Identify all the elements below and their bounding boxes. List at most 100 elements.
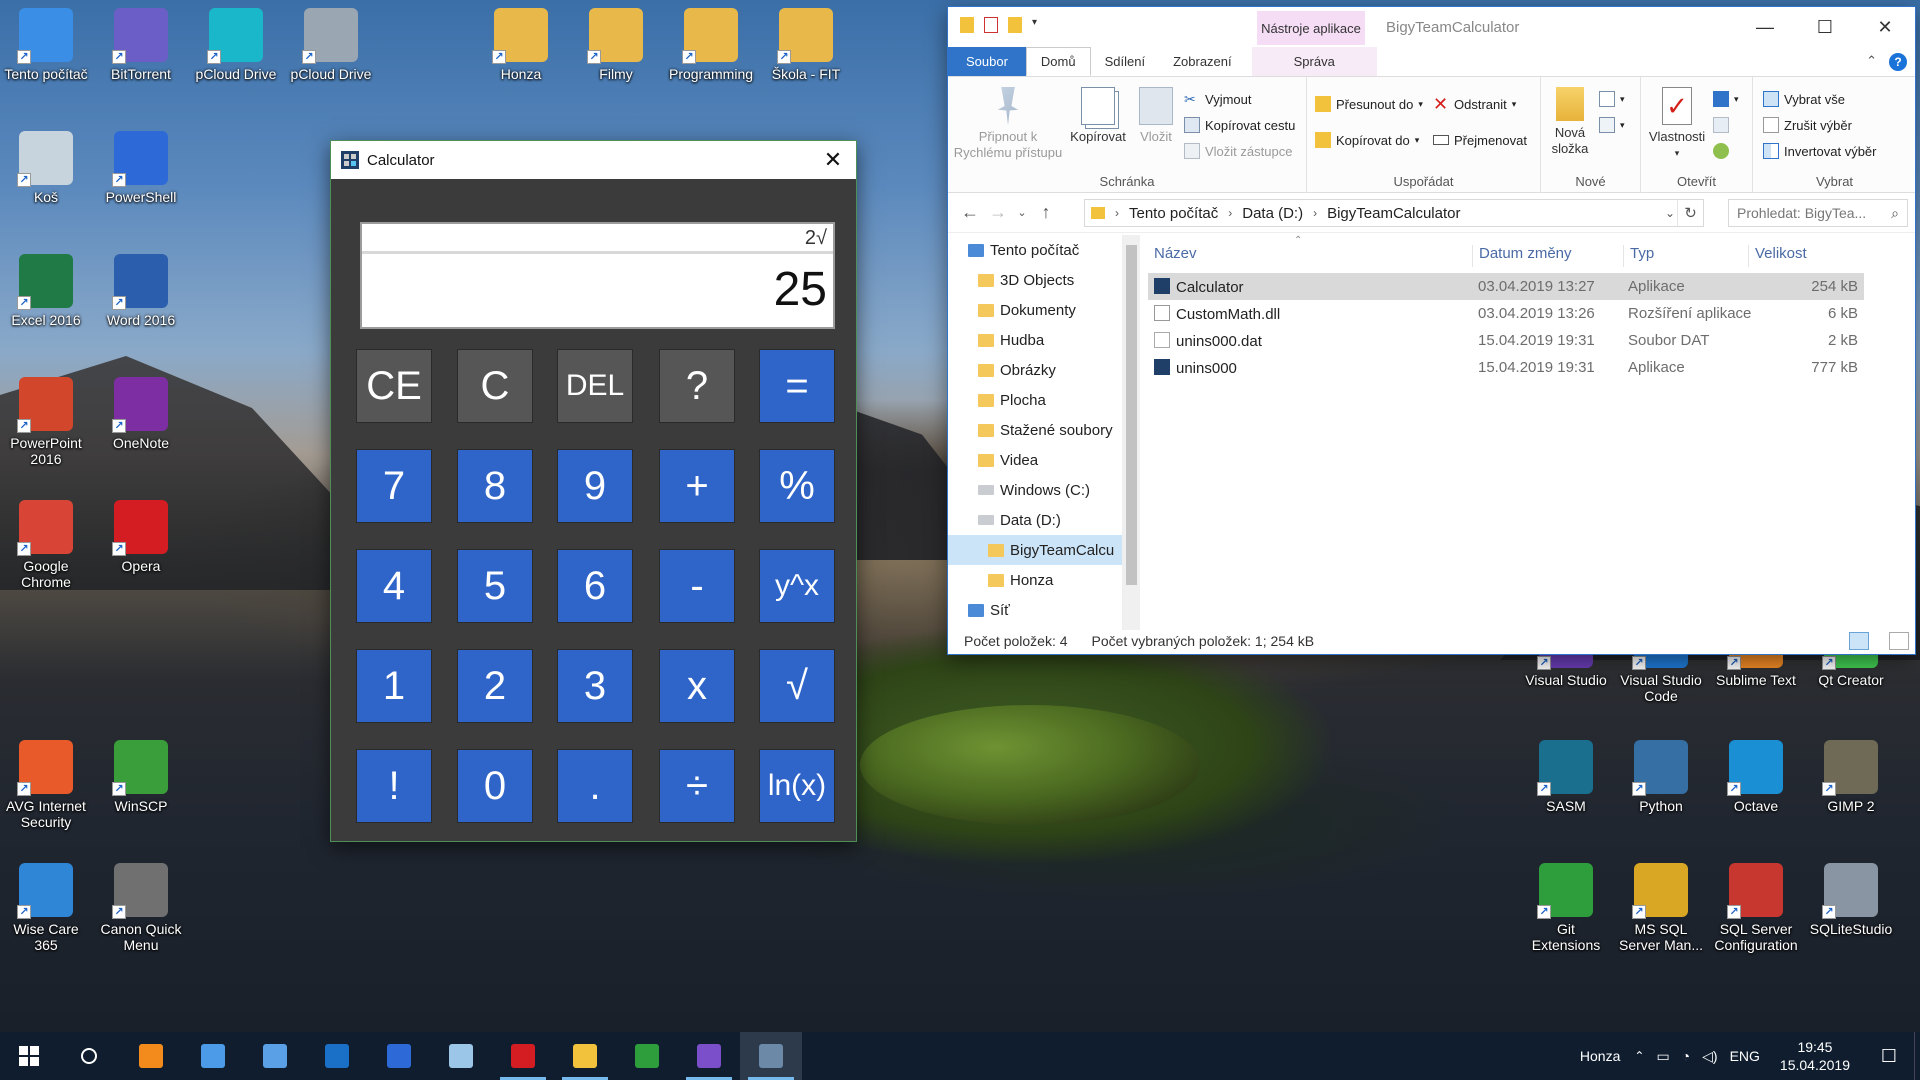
copy-path-button[interactable]: Kopírovat cestu [1184,117,1295,133]
taskbar-item[interactable] [554,1032,616,1080]
properties-icon[interactable] [984,17,998,33]
desktop-icon[interactable]: ↗ Excel 2016 [1,254,91,328]
column-size[interactable]: Velikost [1748,245,1807,267]
calc-key[interactable]: 3 [557,649,633,723]
desktop-icon[interactable]: ↗ Word 2016 [96,254,186,328]
calc-key[interactable]: DEL [557,349,633,423]
calc-key[interactable]: ln(x) [759,749,835,823]
desktop-icon[interactable]: ↗ SQLiteStudio [1806,863,1896,937]
maximize-icon[interactable]: ☐ [1795,7,1855,47]
navigation-scrollbar[interactable] [1123,235,1140,630]
taskbar-item[interactable] [368,1032,430,1080]
pin-quick-access-button[interactable]: Připnout k Rychlému přístupu [952,87,1064,161]
nav-item[interactable]: Honza [948,565,1122,595]
start-button[interactable] [0,1032,58,1080]
desktop-icon[interactable]: ↗ BitTorrent [96,8,186,82]
calc-key[interactable]: x [659,649,735,723]
tab-manage[interactable]: Správa [1251,47,1377,76]
rename-button[interactable]: Přejmenovat [1433,127,1527,153]
cut-button[interactable]: ✂ Vyjmout [1184,91,1251,107]
calc-key[interactable]: 1 [356,649,432,723]
address-bar[interactable]: › Tento počítač › Data (D:) › BigyTeamCa… [1084,199,1704,227]
calc-key[interactable]: 6 [557,549,633,623]
tab-home[interactable]: Domů [1025,47,1091,76]
taskbar-item[interactable] [678,1032,740,1080]
refresh-icon[interactable]: ↻ [1677,200,1703,226]
calc-key[interactable]: ? [659,349,735,423]
calc-key[interactable]: 2 [457,649,533,723]
nav-item[interactable]: Stažené soubory [948,415,1122,445]
nav-item[interactable]: Obrázky [948,355,1122,385]
column-type[interactable]: Typ [1623,245,1654,267]
desktop-icon[interactable]: ↗ OneNote [96,377,186,451]
calc-key[interactable]: 8 [457,449,533,523]
show-desktop-button[interactable] [1914,1032,1920,1080]
desktop-icon[interactable]: ↗ PowerShell [96,131,186,205]
calc-key[interactable]: C [457,349,533,423]
nav-item[interactable]: Dokumenty [948,295,1122,325]
input-language[interactable]: ENG [1730,1048,1760,1064]
file-row[interactable]: unins000.dat 15.04.2019 19:31 Soubor DAT 2 … [1148,327,1864,354]
action-center-icon[interactable]: ☐ [1864,1046,1914,1067]
details-view-icon[interactable] [1849,632,1869,650]
breadcrumb-current-folder[interactable]: BigyTeamCalculator [1327,205,1460,222]
paste-shortcut-button[interactable]: Vložit zástupce [1184,143,1292,159]
desktop-icon[interactable]: ↗ SQL Server Configuration [1711,863,1801,953]
tab-view[interactable]: Zobrazení [1159,47,1246,76]
scrollbar-thumb[interactable] [1126,245,1137,585]
paste-button[interactable]: Vložit [1132,87,1180,145]
desktop-icon[interactable]: ↗ Octave [1711,740,1801,814]
clock[interactable]: 19:45 15.04.2019 [1766,1038,1864,1074]
desktop-icon[interactable]: ↗ Filmy [571,8,661,82]
desktop-icon[interactable]: ↗ Honza [476,8,566,82]
forward-arrow-icon[interactable]: → [984,202,1012,223]
search-input[interactable]: Prohledat: BigyTea... ⌕ [1728,199,1908,227]
calc-key[interactable]: 4 [356,549,432,623]
calc-key[interactable]: 9 [557,449,633,523]
back-arrow-icon[interactable]: ← [956,202,984,223]
volume-icon[interactable]: ◁) [1702,1048,1717,1065]
recent-locations-icon[interactable]: ⌄ [1012,206,1032,219]
calc-key[interactable]: y^x [759,549,835,623]
nav-item[interactable]: Síť [948,595,1122,625]
collapse-ribbon-icon[interactable]: ⌃ [1866,53,1877,71]
desktop-icon[interactable]: ↗ AVG Internet Security [1,740,91,830]
calc-key[interactable]: - [659,549,735,623]
breadcrumb-data-drive[interactable]: Data (D:) [1242,205,1303,222]
nav-item[interactable]: Hudba [948,325,1122,355]
history-button[interactable] [1713,143,1729,159]
battery-icon[interactable]: ▭ [1656,1048,1669,1065]
calc-key[interactable]: . [557,749,633,823]
desktop-icon[interactable]: ↗ pCloud Drive [191,8,281,82]
column-name[interactable]: Název [1148,245,1197,267]
calc-key[interactable]: % [759,449,835,523]
move-to-button[interactable]: Přesunout do ▾ [1315,91,1423,117]
minimize-icon[interactable]: — [1735,7,1795,47]
explorer-titlebar[interactable]: ▾ Nástroje aplikace BigyTeamCalculator —… [948,7,1915,47]
desktop-icon[interactable]: ↗ GIMP 2 [1806,740,1896,814]
nav-item[interactable]: Data (D:) [948,505,1122,535]
desktop-icon[interactable]: ↗ WinSCP [96,740,186,814]
tab-file[interactable]: Soubor [948,47,1026,76]
select-all-button[interactable]: Vybrat vše [1763,91,1845,107]
edit-button[interactable] [1713,117,1729,133]
calc-key[interactable]: 5 [457,549,533,623]
desktop-icon[interactable]: ↗ Tento počítač [1,8,91,82]
nav-item[interactable]: Windows (C:) [948,475,1122,505]
properties-button[interactable]: ✓ Vlastnosti ▾ [1645,87,1709,161]
desktop-icon[interactable]: ↗ Opera [96,500,186,574]
close-icon[interactable]: ✕ [810,141,856,179]
file-row[interactable]: unins000 15.04.2019 19:31 Aplikace 777 kB [1148,354,1864,381]
nav-item[interactable]: Videa [948,445,1122,475]
nav-item[interactable]: Tento počítač [948,235,1122,265]
desktop-icon[interactable]: ↗ Python [1616,740,1706,814]
new-item-button[interactable]: ▾ [1599,91,1625,107]
nav-item[interactable]: Plocha [948,385,1122,415]
open-button[interactable]: ▾ [1713,91,1739,107]
taskbar-item[interactable] [244,1032,306,1080]
up-arrow-icon[interactable]: ↑ [1032,202,1060,223]
taskbar-item[interactable] [58,1032,120,1080]
tray-user[interactable]: Honza [1580,1048,1620,1064]
desktop-icon[interactable]: ↗ SASM [1521,740,1611,814]
desktop-icon[interactable]: ↗ Google Chrome [1,500,91,590]
